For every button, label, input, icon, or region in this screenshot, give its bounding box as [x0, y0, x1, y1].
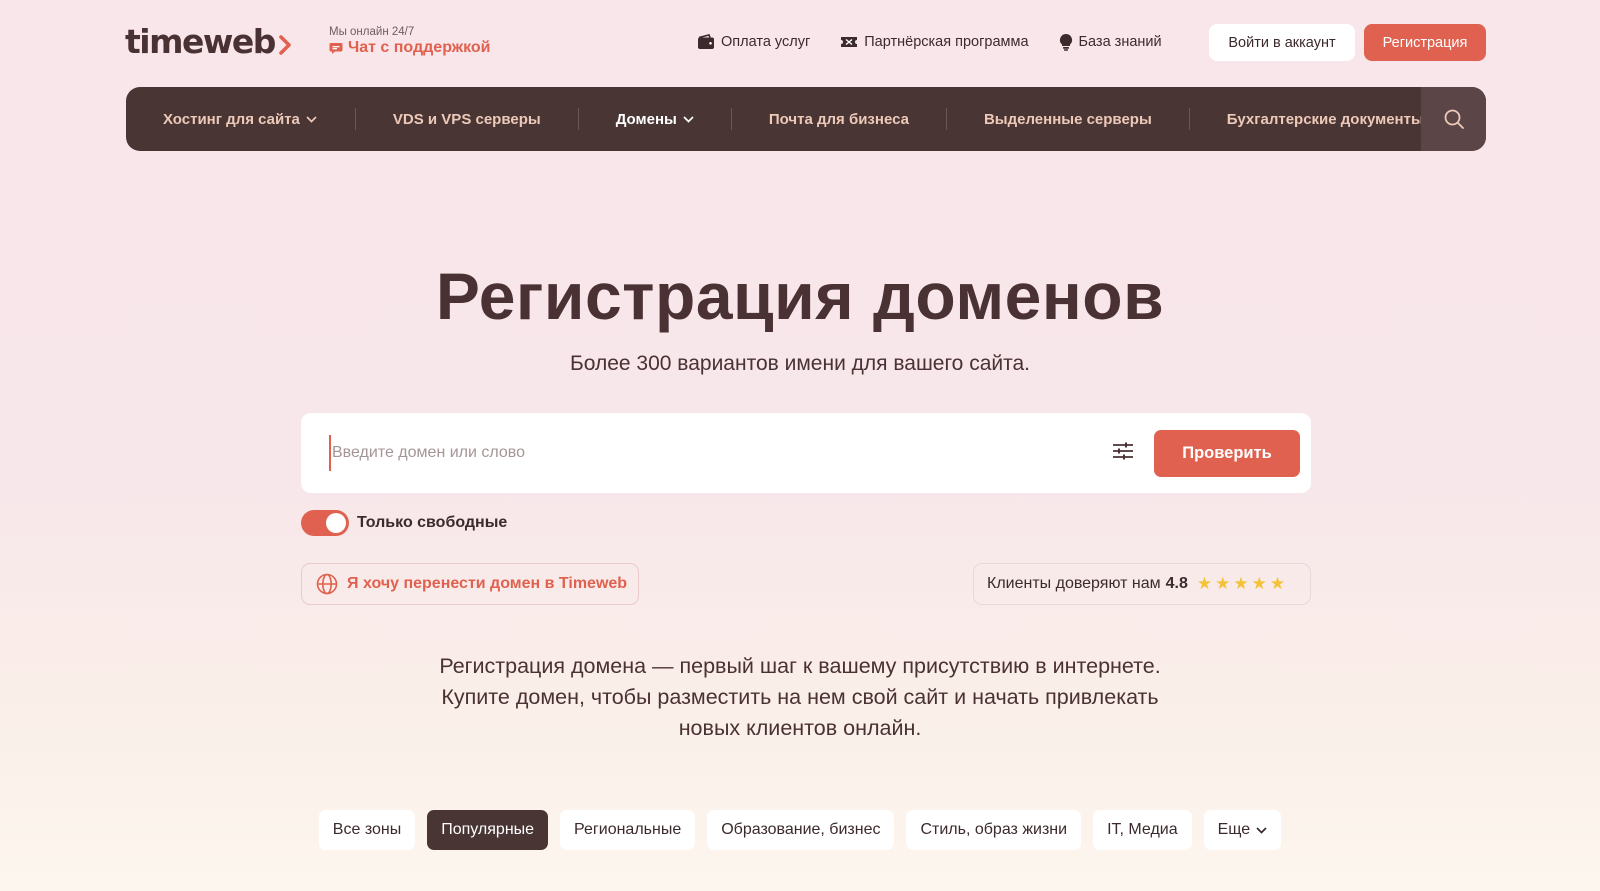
tab-regional[interactable]: Региональные: [560, 810, 696, 850]
trust-text: Клиенты доверяют нам: [987, 575, 1161, 592]
chevron-down-icon: [683, 115, 694, 123]
rating-stars: ★ ★ ★ ★ ★: [1197, 574, 1288, 594]
knowledge-base-link[interactable]: База знаний: [1059, 33, 1162, 51]
payment-link-label: Оплата услуг: [721, 34, 811, 50]
nav-divider: [945, 108, 947, 130]
login-button[interactable]: Войти в аккаунт: [1209, 24, 1355, 61]
support-chat-link[interactable]: Чат с поддержкой: [329, 39, 491, 57]
logo-chevron-icon: [279, 34, 291, 55]
nav-divider: [354, 108, 356, 130]
star-icon: ★: [1196, 574, 1213, 594]
domain-search-box: Проверить: [301, 413, 1311, 493]
main-nav: Хостинг для сайта VDS и VPS серверы Доме…: [126, 87, 1486, 151]
tab-style-lifestyle[interactable]: Стиль, образ жизни: [906, 810, 1082, 850]
nav-item-label: Выделенные серверы: [983, 110, 1152, 128]
intro-description: Регистрация домена — первый шаг к вашему…: [0, 651, 1600, 744]
nav-divider: [730, 108, 732, 130]
tab-all-zones[interactable]: Все зоны: [318, 810, 416, 850]
nav-divider: [1188, 108, 1190, 130]
free-only-label: Только свободные: [357, 514, 508, 531]
nav-item-vds[interactable]: VDS и VPS серверы: [393, 87, 541, 151]
nav-item-label: Хостинг для сайта: [163, 110, 300, 128]
free-only-toggle-row: Только свободные: [301, 510, 507, 536]
trust-rating-value: 4.8: [1165, 575, 1188, 592]
support-block: Мы онлайн 24/7 Чат с поддержкой: [329, 26, 491, 57]
nav-divider: [577, 108, 579, 130]
tab-popular[interactable]: Популярные: [427, 810, 549, 850]
tab-it-media[interactable]: IT, Медиа: [1093, 810, 1192, 850]
support-online-text: Мы онлайн 24/7: [329, 26, 415, 38]
globe-icon: [316, 573, 338, 595]
zone-tabs: Все зоны Популярные Региональные Образов…: [0, 810, 1600, 850]
nav-item-mail[interactable]: Почта для бизнеса: [769, 87, 909, 151]
chat-bubble-icon: [329, 42, 343, 54]
toggle-knob: [326, 513, 346, 533]
nav-item-hosting[interactable]: Хостинг для сайта: [163, 87, 317, 151]
transfer-domain-label: Я хочу перенести домен в Timeweb: [347, 575, 628, 592]
intro-line: новых клиентов онлайн.: [678, 716, 922, 740]
page-subtitle: Более 300 вариантов имени для вашего сай…: [569, 352, 1031, 375]
nav-item-label: Бухгалтерские документы: [1226, 110, 1424, 128]
nav-item-label: Домены: [615, 110, 677, 128]
nav-item-domains[interactable]: Домены: [616, 87, 694, 151]
search-icon: [1444, 109, 1464, 129]
filter-button[interactable]: [1109, 437, 1137, 465]
knowledge-base-label: База знаний: [1078, 34, 1162, 50]
top-links: Оплата услуг Партнёрская программа База …: [697, 33, 1192, 51]
star-icon: ★: [1215, 574, 1231, 594]
tab-more-label: Еще: [1217, 821, 1251, 838]
lightbulb-icon: [1059, 33, 1072, 51]
star-icon: ★: [1233, 574, 1249, 594]
nav-item-dedicated[interactable]: Выделенные серверы: [984, 87, 1152, 151]
wallet-icon: [698, 34, 714, 49]
trust-rating-badge: Клиенты доверяют нам 4.8 ★ ★ ★ ★ ★: [973, 563, 1311, 605]
nav-search-button[interactable]: [1421, 87, 1486, 151]
partner-program-label: Партнёрская программа: [864, 34, 1029, 50]
intro-line: Купите домен, чтобы разместить на нем св…: [441, 685, 1159, 709]
tab-more[interactable]: Еще: [1203, 810, 1282, 850]
logo-text: timeweb: [125, 22, 276, 61]
free-only-toggle[interactable]: [301, 510, 349, 536]
nav-item-accounting[interactable]: Бухгалтерские документы: [1227, 87, 1424, 151]
tab-education-business[interactable]: Образование, бизнес: [707, 810, 895, 850]
chevron-down-icon: [306, 115, 317, 123]
sliders-icon: [1113, 442, 1133, 460]
page-title: Регистрация доменов: [435, 259, 1165, 333]
ticket-icon: [841, 37, 858, 47]
transfer-domain-button[interactable]: Я хочу перенести домен в Timeweb: [301, 563, 639, 605]
timeweb-logo[interactable]: timeweb: [125, 22, 292, 61]
star-icon: ★: [1251, 574, 1267, 594]
nav-item-label: VDS и VPS серверы: [392, 110, 541, 128]
top-bar: timeweb Мы онлайн 24/7 Чат с поддержкой …: [0, 0, 1600, 86]
register-button[interactable]: Регистрация: [1364, 24, 1486, 61]
check-domain-button[interactable]: Проверить: [1154, 430, 1300, 477]
domain-search-input[interactable]: [329, 435, 1049, 471]
nav-item-label: Почта для бизнеса: [768, 110, 909, 128]
chevron-down-icon: [1256, 826, 1267, 834]
support-chat-label: Чат с поддержкой: [348, 39, 491, 56]
intro-line: Регистрация домена — первый шаг к вашему…: [439, 654, 1161, 678]
partner-program-link[interactable]: Партнёрская программа: [840, 34, 1029, 50]
star-icon: ★: [1269, 574, 1286, 594]
payment-link[interactable]: Оплата услуг: [697, 34, 810, 50]
